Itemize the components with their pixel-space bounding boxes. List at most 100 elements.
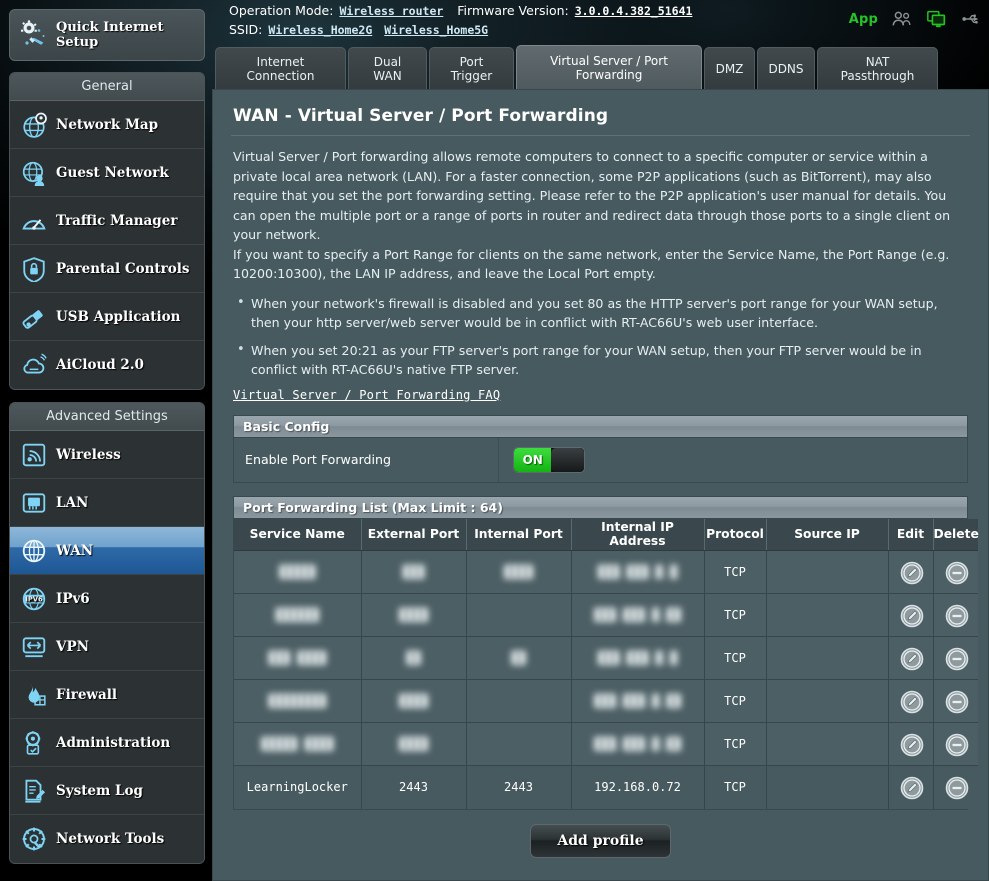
table-row: ██████ ████ ███.███.█.██ TCP	[234, 593, 978, 637]
firmware-value[interactable]: 3.0.0.4.382_51641	[575, 4, 693, 18]
cell-external-port: 2443	[361, 765, 467, 809]
edit-pencil-icon[interactable]	[900, 733, 923, 757]
warning-bullet-list: When your network's firewall is disabled…	[237, 293, 968, 380]
cell-delete	[933, 765, 978, 809]
sidebar-group-advanced-title: Advanced Settings	[10, 403, 204, 431]
tab-nat-passthrough[interactable]: NAT Passthrough	[817, 47, 938, 90]
tab-port-trigger[interactable]: Port Trigger	[429, 47, 514, 90]
port-forwarding-table: Service Name External Port Internal Port In…	[234, 518, 979, 809]
network-monitor-icon[interactable]	[926, 9, 948, 29]
cell-internal-ip: ███.███.█.█	[571, 550, 705, 594]
sidebar-item-firewall[interactable]: Firewall	[10, 671, 204, 719]
sidebar-item-label: IPv6	[56, 590, 90, 607]
cell-internal-port	[466, 679, 572, 723]
add-profile-button[interactable]: Add profile	[530, 823, 671, 858]
enable-port-forwarding-control: ON	[499, 446, 585, 473]
basic-config-section: Basic Config Enable Port Forwarding ON	[233, 414, 968, 483]
top-icon-tray: App	[849, 9, 983, 29]
edit-pencil-icon[interactable]	[900, 776, 923, 800]
quick-internet-setup-button[interactable]: Quick Internet Setup	[9, 9, 205, 61]
tab-ddns[interactable]: DDNS	[757, 47, 815, 90]
toggle-knob[interactable]	[551, 447, 584, 472]
firmware-label: Firmware Version:	[457, 3, 569, 18]
column-header-protocol: Protocol	[704, 518, 767, 551]
sidebar-item-administration[interactable]: Administration	[10, 719, 204, 767]
delete-minus-icon[interactable]	[945, 690, 969, 714]
delete-minus-icon[interactable]	[945, 604, 969, 628]
cell-external-port: ████	[361, 722, 467, 766]
edit-pencil-icon[interactable]	[900, 647, 923, 671]
sidebar-item-aicloud-2-0[interactable]: AiCloud 2.0	[10, 341, 204, 389]
cell-edit	[888, 679, 934, 723]
usb-application-icon	[21, 304, 47, 330]
enable-port-forwarding-row: Enable Port Forwarding ON	[234, 437, 967, 482]
sidebar-group-advanced: Advanced Settings Wireless LAN WAN IPV6 IPv6…	[9, 402, 205, 864]
sidebar-item-system-log[interactable]: System Log	[10, 767, 204, 815]
enable-port-forwarding-toggle[interactable]: ON	[513, 446, 585, 473]
cell-internal-ip: ███.███.█.██	[571, 679, 705, 723]
sidebar-item-traffic-manager[interactable]: Traffic Manager	[10, 197, 204, 245]
tab-virtual-server-port-forwarding[interactable]: Virtual Server / Port Forwarding	[516, 45, 702, 90]
sidebar-item-usb-application[interactable]: USB Application	[10, 293, 204, 341]
app-button[interactable]: App	[849, 12, 878, 27]
delete-minus-icon[interactable]	[945, 561, 969, 585]
description-paragraph-1: Virtual Server / Port forwarding allows …	[233, 149, 951, 242]
aicloud-icon	[21, 352, 47, 378]
sidebar-item-ipv6[interactable]: IPV6 IPv6	[10, 575, 204, 623]
quick-internet-setup-label: Quick Internet Setup	[56, 20, 164, 50]
cell-protocol: TCP	[704, 765, 767, 809]
tab-dmz[interactable]: DMZ	[704, 47, 755, 90]
sidebar-item-lan[interactable]: LAN	[10, 479, 204, 527]
firewall-icon	[21, 682, 47, 708]
edit-pencil-icon[interactable]	[900, 604, 923, 628]
cell-edit	[888, 636, 934, 680]
operation-mode-value[interactable]: Wireless router	[339, 4, 443, 18]
lan-icon	[21, 490, 47, 516]
top-status-bar: Operation Mode: Wireless router Firmware…	[215, 0, 989, 44]
content-panel: WAN - Virtual Server / Port Forwarding V…	[212, 89, 989, 881]
usb-icon[interactable]	[961, 9, 983, 29]
operation-mode-line: Operation Mode: Wireless router Firmware…	[229, 3, 692, 18]
cell-internal-ip: 192.168.0.72	[571, 765, 705, 809]
cell-internal-port: ████	[466, 550, 572, 594]
edit-pencil-icon[interactable]	[900, 690, 923, 714]
sidebar-item-wan[interactable]: WAN	[10, 527, 204, 575]
table-row: ███ ████ ██ ██ ███.███.█.█ TCP	[234, 636, 978, 680]
tab-internet-connection[interactable]: Internet Connection	[215, 47, 346, 90]
cell-service-name: █████ ████	[234, 722, 362, 766]
cell-source-ip	[766, 765, 889, 809]
cell-edit	[888, 593, 934, 637]
column-header-external-port: External Port	[361, 518, 467, 551]
sidebar-item-parental-controls[interactable]: Parental Controls	[10, 245, 204, 293]
edit-pencil-icon[interactable]	[900, 561, 923, 585]
tab-label: Dual WAN	[373, 55, 402, 83]
wireless-icon	[21, 442, 47, 468]
cell-edit	[888, 722, 934, 766]
sidebar-item-network-tools[interactable]: Network Tools	[10, 815, 204, 863]
users-icon[interactable]	[891, 9, 913, 29]
sidebar-item-vpn[interactable]: VPN	[10, 623, 204, 671]
delete-minus-icon[interactable]	[945, 647, 969, 671]
cell-internal-port	[466, 722, 572, 766]
tab-dual-wan[interactable]: Dual WAN	[348, 47, 427, 90]
sidebar-item-label: System Log	[56, 782, 143, 799]
ssid-5g-value[interactable]: Wireless_Home5G	[384, 23, 488, 37]
sidebar-item-network-map[interactable]: Network Map	[10, 101, 204, 149]
cell-edit	[888, 550, 934, 594]
network-tools-icon	[21, 826, 47, 852]
column-header-service-name: Service Name	[234, 518, 362, 551]
sidebar-item-guest-network[interactable]: Guest Network	[10, 149, 204, 197]
sidebar-item-wireless[interactable]: Wireless	[10, 431, 204, 479]
faq-link[interactable]: Virtual Server / Port Forwarding FAQ	[233, 388, 968, 402]
delete-minus-icon[interactable]	[945, 776, 969, 800]
ssid-2g-value[interactable]: Wireless_Home2G	[268, 23, 372, 37]
network-map-icon	[21, 112, 47, 138]
sidebar-item-label: Network Tools	[56, 831, 165, 847]
cell-service-name: ███ ████	[234, 636, 362, 680]
cell-service-name: ██████	[234, 593, 362, 637]
tab-label: Port Trigger	[450, 55, 493, 83]
sidebar-item-label: Parental Controls	[56, 260, 190, 277]
delete-minus-icon[interactable]	[945, 733, 969, 757]
table-row: █████ ███ ████ ███.███.█.█ TCP	[234, 550, 978, 594]
cell-protocol: TCP	[704, 722, 767, 766]
